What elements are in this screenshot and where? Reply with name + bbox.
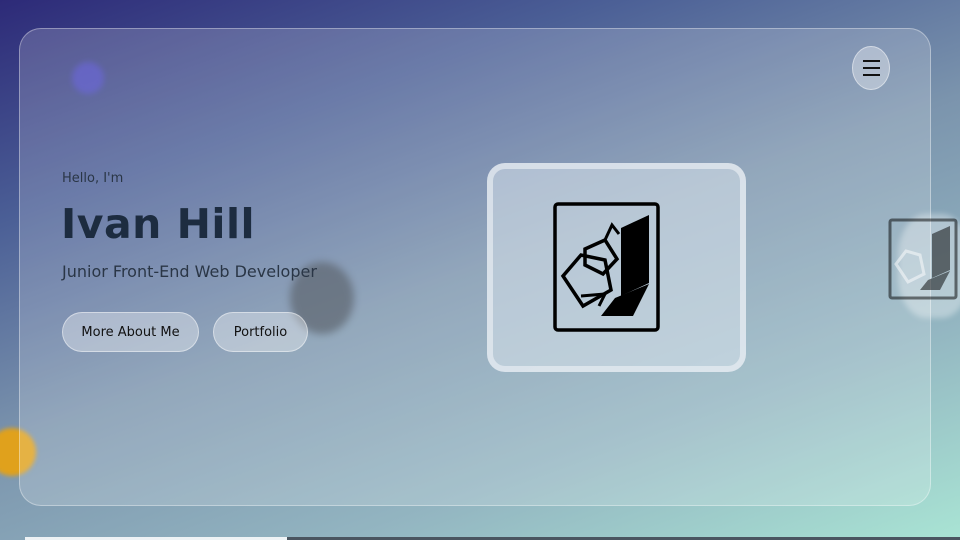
- menu-button[interactable]: [852, 46, 890, 90]
- hero-greeting: Hello, I'm: [62, 171, 124, 186]
- portfolio-button[interactable]: Portfolio: [213, 312, 308, 352]
- menu-icon-line: [862, 60, 880, 62]
- hero-role: Junior Front-End Web Developer: [62, 262, 317, 281]
- geometric-logo-icon: [553, 202, 660, 332]
- menu-icon-line: [862, 67, 880, 69]
- menu-icon-line: [862, 74, 880, 76]
- logo-card: [487, 163, 746, 372]
- faded-logo-icon: [888, 218, 958, 300]
- hero-name: Ivan Hill: [61, 200, 256, 248]
- more-about-me-button[interactable]: More About Me: [62, 312, 199, 352]
